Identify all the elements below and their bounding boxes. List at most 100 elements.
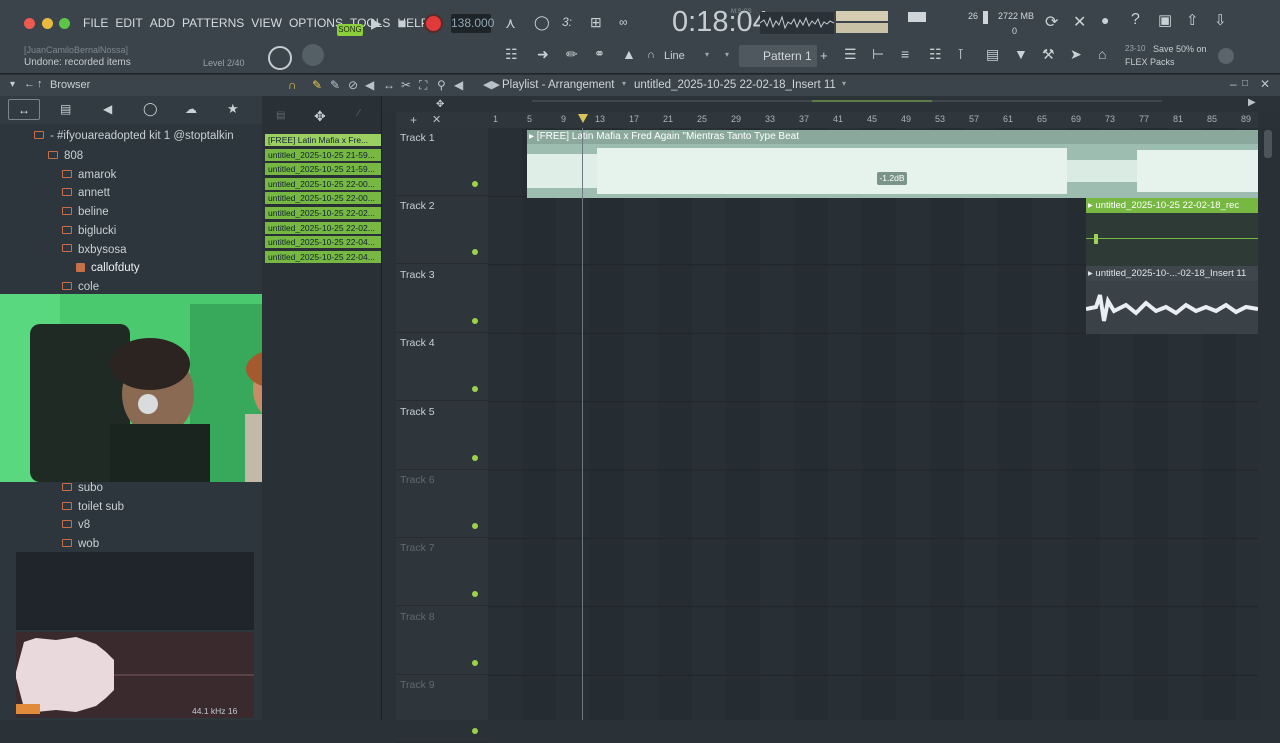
- zoom-tool-icon[interactable]: ⚲: [437, 78, 446, 92]
- arrangement-dropdown-icon[interactable]: ▾: [622, 79, 626, 88]
- picker-clip[interactable]: untitled_2025-10-25 21-59...: [265, 148, 381, 161]
- tab-world-icon[interactable]: ◯: [143, 101, 158, 117]
- track-mute-led[interactable]: [472, 181, 478, 187]
- help-icon[interactable]: ?: [1131, 11, 1140, 29]
- track-header[interactable]: Track 6: [396, 470, 488, 538]
- wait-record-icon[interactable]: ◯: [534, 14, 550, 31]
- browser-item[interactable]: bxbysosa: [62, 241, 127, 259]
- plug-icon[interactable]: ▼: [1014, 46, 1028, 62]
- metronome-icon[interactable]: ⋏: [505, 14, 516, 32]
- pattern-selector[interactable]: Pattern 1: [739, 45, 817, 67]
- play-button[interactable]: ▶: [371, 15, 382, 32]
- browser-item[interactable]: callofduty: [76, 259, 140, 277]
- maximize-window-button[interactable]: [59, 18, 70, 29]
- cart-icon[interactable]: ⌂: [1098, 46, 1106, 62]
- picker-clip[interactable]: untitled_2025-10-25 22-00...: [265, 177, 381, 190]
- mute-tool-icon[interactable]: ◀: [365, 78, 374, 92]
- channel-rack-icon[interactable]: ⊢: [872, 46, 884, 63]
- browser-item[interactable]: amarok: [62, 166, 116, 184]
- track-header[interactable]: Track 2: [396, 196, 488, 265]
- main-volume-knob[interactable]: [302, 44, 324, 66]
- track-mute-led[interactable]: [472, 317, 478, 324]
- tempo-display[interactable]: 138.000: [451, 14, 494, 33]
- tools-icon[interactable]: ✕: [1073, 12, 1086, 32]
- track-header[interactable]: Track 8: [396, 607, 488, 675]
- record-button[interactable]: [424, 14, 443, 33]
- track-header[interactable]: Track 9: [396, 675, 488, 743]
- song-mode-toggle[interactable]: SONG: [337, 24, 363, 36]
- undo-history-icon[interactable]: ⟳: [1045, 12, 1058, 32]
- paint-tool-icon[interactable]: ✎: [330, 78, 340, 92]
- menu-add[interactable]: ADD: [150, 16, 175, 30]
- download-icon[interactable]: ⇩: [1214, 11, 1227, 29]
- playlist-maximize-icon[interactable]: □: [1242, 78, 1248, 89]
- track-mute-led[interactable]: [472, 591, 478, 598]
- track-mute-led[interactable]: [472, 659, 478, 666]
- add-pattern-icon[interactable]: +: [820, 48, 828, 63]
- audio-clip-insert[interactable]: ▸ untitled_2025-10-...-02-18_Insert 11: [1086, 266, 1258, 334]
- browser-item[interactable]: biglucki: [62, 222, 116, 240]
- menu-options[interactable]: OPTIONS: [289, 16, 343, 30]
- menu-file[interactable]: FILE: [83, 16, 108, 30]
- plugin-icon[interactable]: ▤: [986, 46, 999, 63]
- picker-pin-icon[interactable]: ∕: [358, 108, 360, 119]
- pitch-knob[interactable]: [268, 46, 292, 70]
- pattern-name-dropdown-icon[interactable]: ▾: [842, 79, 846, 88]
- picker-clip[interactable]: untitled_2025-10-25 21-59...: [265, 163, 381, 176]
- preview-play-icon[interactable]: [16, 704, 40, 714]
- tab-plugins-icon[interactable]: ◀: [103, 102, 112, 116]
- picker-clip[interactable]: untitled_2025-10-25 22-02...: [265, 221, 381, 234]
- stamp-icon[interactable]: ▲: [622, 46, 636, 62]
- tab-favorites-icon[interactable]: ★: [227, 101, 239, 117]
- browser-item[interactable]: annett: [62, 184, 110, 202]
- select-tool-icon[interactable]: ⛶: [419, 78, 427, 93]
- playhead-marker-icon[interactable]: [578, 114, 588, 123]
- picker-clip[interactable]: untitled_2025-10-25 22-04...: [265, 236, 381, 249]
- playlist-vertical-scrollbar[interactable]: [1258, 128, 1280, 720]
- track-mute-led[interactable]: [472, 454, 478, 461]
- stop-button[interactable]: ■: [398, 15, 406, 31]
- picker-move-icon[interactable]: ✥: [314, 108, 326, 125]
- brush-icon[interactable]: ✏: [566, 46, 578, 63]
- track-move-icon[interactable]: ✥: [436, 99, 444, 110]
- add-track-icon[interactable]: +: [410, 113, 417, 127]
- step-edit-icon[interactable]: ⊞: [590, 14, 602, 31]
- browser-up-icon[interactable]: ↑: [37, 78, 43, 90]
- arrow-icon[interactable]: ➜: [537, 46, 549, 63]
- loop-record-icon[interactable]: ∞: [619, 15, 628, 29]
- arrangement-arrow-icon[interactable]: ◀▶: [483, 78, 500, 91]
- snap-select[interactable]: Line: [664, 50, 685, 62]
- track-header[interactable]: Track 4: [396, 333, 488, 402]
- save-icon[interactable]: ▣: [1158, 11, 1172, 29]
- track-mute-led[interactable]: [472, 728, 478, 735]
- picker-icon[interactable]: ▤: [276, 110, 285, 121]
- link-icon[interactable]: ⚭: [594, 46, 605, 62]
- pattern-dropdown-icon[interactable]: ▾: [725, 50, 729, 59]
- picker-clip[interactable]: untitled_2025-10-25 22-00...: [265, 192, 381, 205]
- browser-item[interactable]: 808: [48, 147, 83, 165]
- browser-root-folder[interactable]: - #ifyouareadopted kit 1 @stoptalkin: [34, 127, 234, 145]
- scrollbar-thumb[interactable]: [1264, 130, 1272, 158]
- wrench-icon[interactable]: ⚒: [1042, 46, 1055, 63]
- playlist-close-icon[interactable]: ✕: [1260, 77, 1270, 91]
- export-icon[interactable]: ⇧: [1186, 11, 1199, 29]
- browser-item[interactable]: toilet sub: [62, 498, 124, 516]
- overview-scroll-icon[interactable]: ▶: [1248, 97, 1256, 108]
- track-header[interactable]: Track 1: [396, 128, 488, 196]
- audio-clip-beat[interactable]: ▸ [FREE] Latin Mafia x Fred Again "Mient…: [527, 130, 1258, 198]
- minimize-window-button[interactable]: [42, 18, 53, 29]
- snap-dropdown-icon[interactable]: ▾: [705, 50, 709, 59]
- tree-icon[interactable]: ⊺: [957, 46, 964, 63]
- delete-tool-icon[interactable]: ⊘: [348, 78, 358, 92]
- piano-roll-icon[interactable]: ☷: [505, 46, 518, 63]
- playback-tool-icon[interactable]: ◀: [454, 78, 463, 92]
- playlist-overview[interactable]: ✥ ▶: [382, 96, 1280, 112]
- track-header[interactable]: Track 3: [396, 265, 488, 333]
- browser-options-icon[interactable]: ▾: [10, 79, 15, 90]
- track-mute-led[interactable]: [472, 523, 478, 529]
- playlist-title[interactable]: Playlist - Arrangement: [502, 79, 615, 91]
- master-volume-knob[interactable]: [908, 12, 926, 22]
- magnet-icon[interactable]: ∩: [288, 78, 297, 92]
- picker-clip[interactable]: untitled_2025-10-25 22-04...: [265, 250, 381, 263]
- picker-clip[interactable]: [FREE] Latin Mafia x Fre...: [265, 134, 381, 146]
